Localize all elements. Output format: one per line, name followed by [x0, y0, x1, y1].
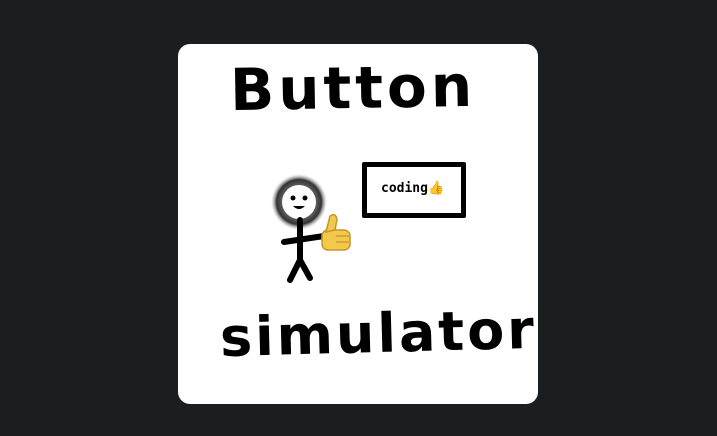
stick-figure-icon — [266, 172, 366, 292]
app-stage: Button coding👍 simulator — [0, 0, 717, 436]
sign-text: coding👍 — [381, 181, 445, 196]
coding-sign: coding👍 — [362, 162, 466, 218]
game-thumbnail-card[interactable]: Button coding👍 simulator — [178, 44, 538, 404]
thumbs-up-icon — [321, 213, 351, 251]
title-line-1: Button — [229, 51, 477, 125]
title-line-2: simulator — [219, 297, 538, 370]
